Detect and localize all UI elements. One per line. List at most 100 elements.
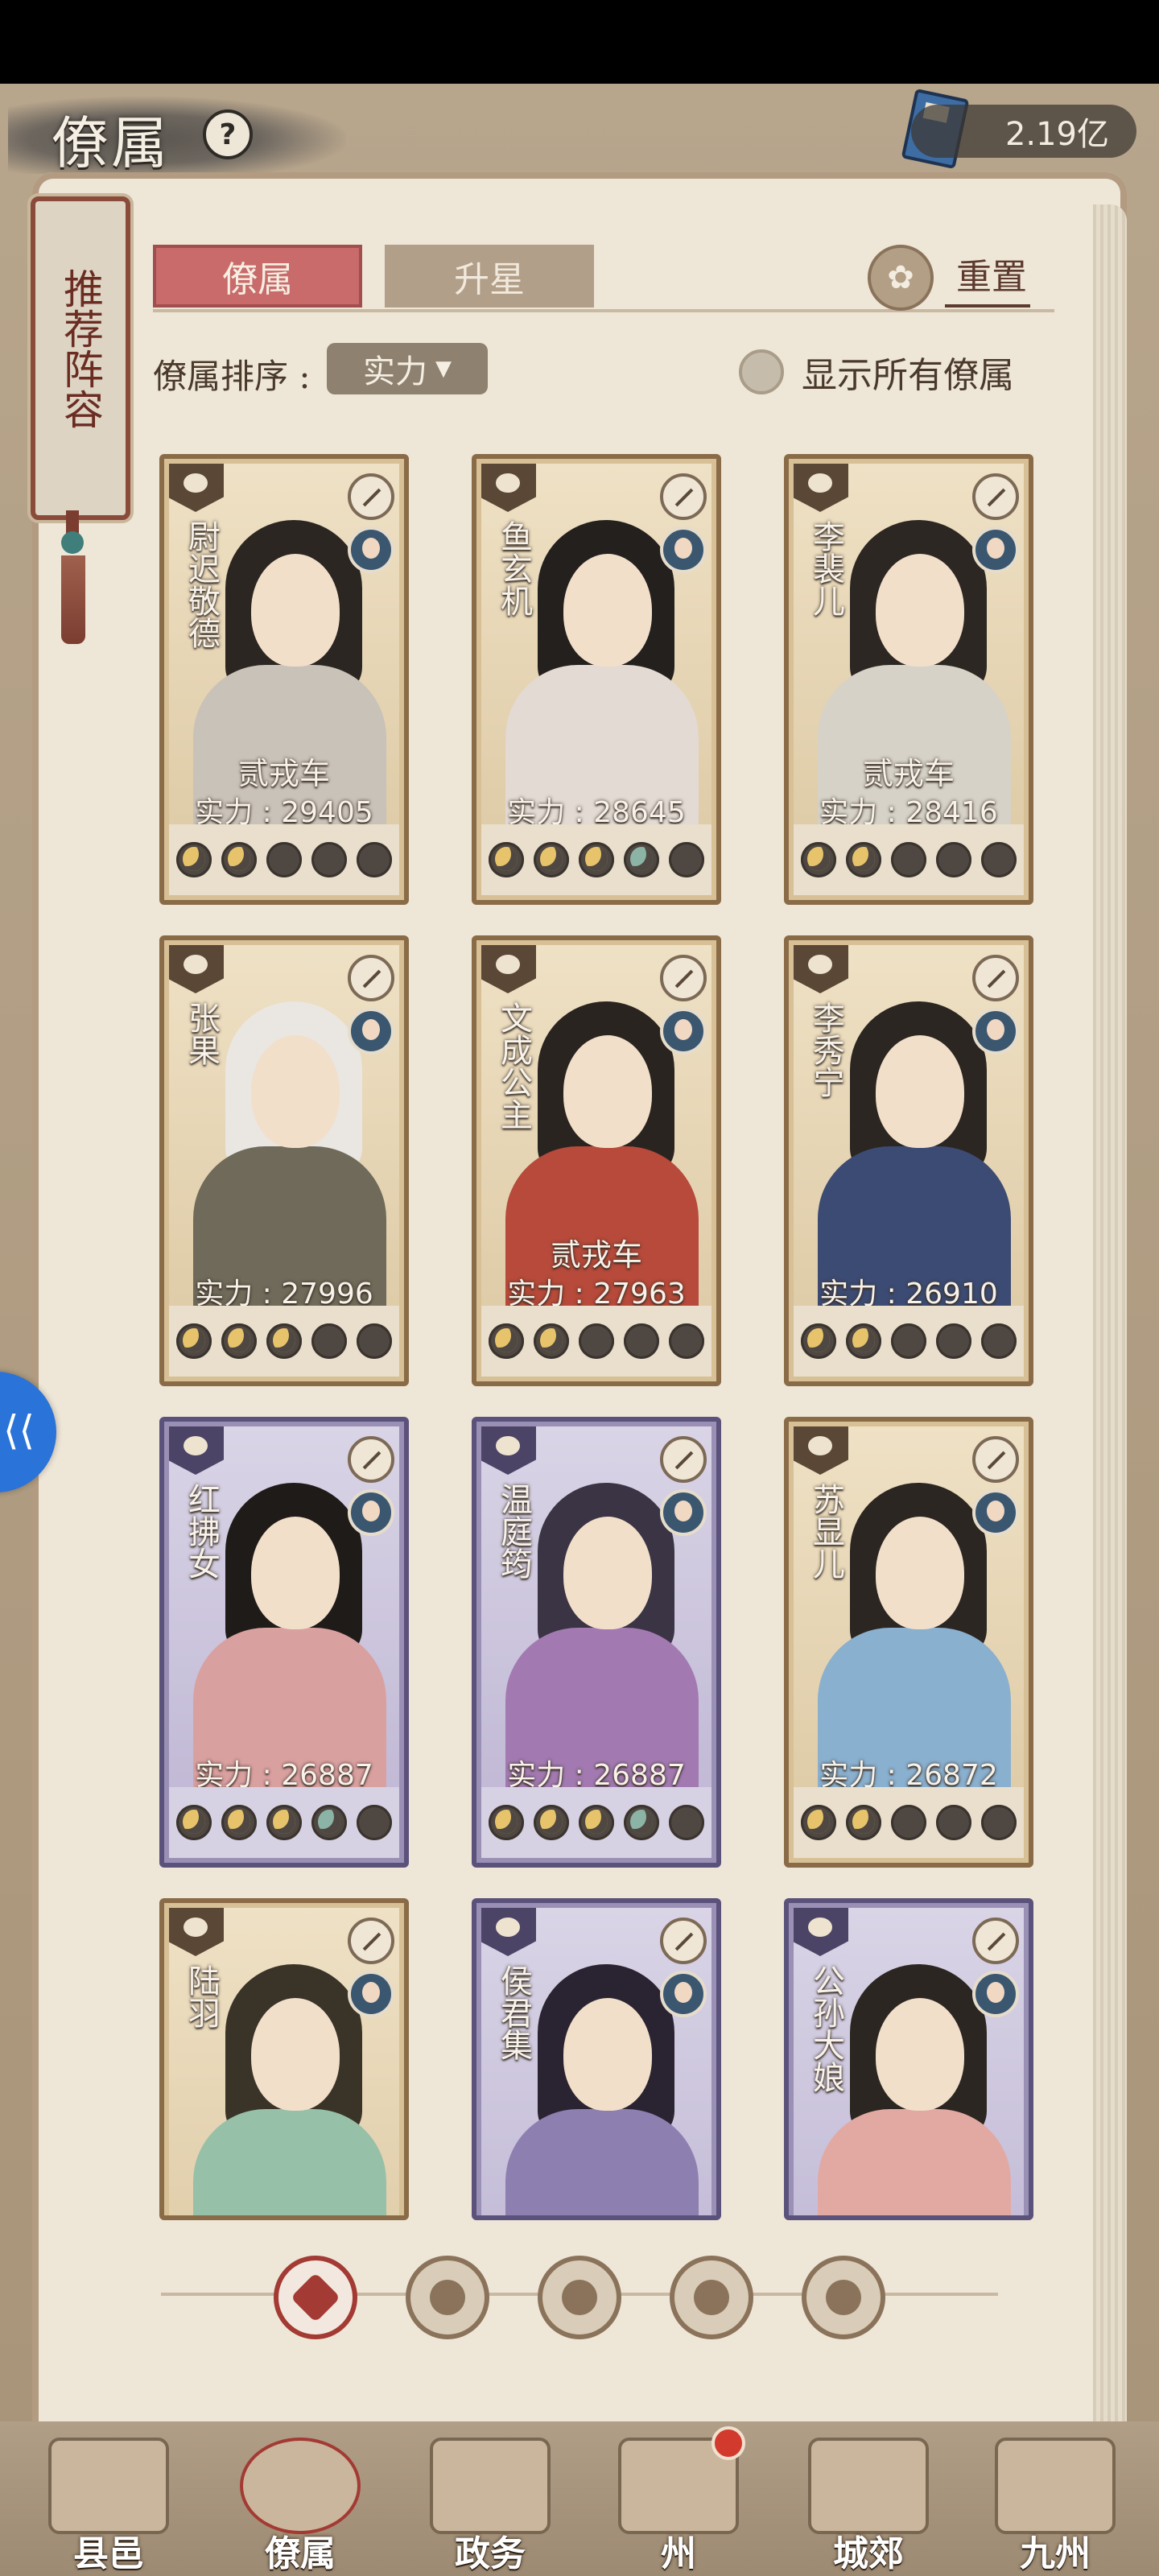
mount-label: 贰戎车: [237, 756, 330, 791]
moon-star-filled-icon: [801, 1323, 836, 1359]
nav-nine-states-label: 九州: [1020, 2533, 1091, 2574]
face-shape: [563, 1998, 652, 2111]
moon-star-filled-icon: [221, 842, 257, 877]
character-name: 张果: [183, 1001, 220, 1066]
class-icon: [481, 945, 536, 993]
staff-card[interactable]: 苏显儿 实力 : 26872: [784, 1417, 1033, 1868]
staff-card[interactable]: 李裴儿 贰戎车 实力 : 28416: [784, 454, 1033, 905]
character-portrait: 鱼玄机 实力 : 28645: [481, 464, 711, 824]
moon-star-empty-icon: [624, 1323, 659, 1359]
nav-suburb[interactable]: 城郊: [792, 2429, 945, 2574]
status-bar: [0, 0, 1159, 84]
mount-label: 贰戎车: [862, 756, 955, 791]
staff-card[interactable]: 文成公主 贰戎车 实力 : 27963: [472, 935, 721, 1386]
suburb-icon: [808, 2438, 929, 2534]
staff-card[interactable]: 温庭筠 实力 : 26887: [472, 1417, 721, 1868]
nav-county[interactable]: 县邑: [32, 2429, 185, 2574]
nav-affairs[interactable]: 政务: [414, 2429, 567, 2574]
character-portrait: 公孙大娘: [794, 1908, 1024, 2215]
weapon-icon: [348, 955, 394, 1001]
partner-avatar-icon: [972, 1008, 1019, 1055]
page-title: 僚属: [52, 110, 171, 176]
power-value: 实力 : 28416: [819, 796, 998, 824]
character-portrait: 苏显儿 实力 : 26872: [794, 1426, 1024, 1787]
partner-avatar-icon: [972, 1971, 1019, 2017]
moon-star-filled-icon: [846, 1805, 881, 1840]
staff-card[interactable]: 张果 实力 : 27996: [159, 935, 409, 1386]
filter-horse-icon[interactable]: [538, 2256, 621, 2339]
class-icon: [794, 1908, 848, 1956]
moon-star-empty-icon: [669, 1805, 704, 1840]
weapon-icon: [660, 1918, 707, 1964]
character-portrait: 张果 实力 : 27996: [169, 945, 399, 1306]
sort-dropdown[interactable]: 实力 ▼: [327, 343, 488, 394]
face-shape: [251, 1517, 340, 1629]
chevron-down-icon: ▼: [435, 357, 452, 381]
reset-button[interactable]: ✿ 重置: [868, 245, 1030, 311]
face-shape: [251, 554, 340, 667]
partner-avatar-icon: [660, 1008, 707, 1055]
moon-star-empty-icon: [981, 1323, 1017, 1359]
moon-star-empty-icon: [891, 1323, 926, 1359]
staff-card[interactable]: 李秀宁 实力 : 26910: [784, 935, 1033, 1386]
power-value: 实力 : 26887: [507, 1759, 686, 1787]
weapon-icon: [348, 1918, 394, 1964]
nav-state-label: 州: [661, 2533, 696, 2574]
star-rating: [169, 824, 399, 895]
county-icon: [48, 2438, 169, 2534]
nine-states-icon: [995, 2438, 1116, 2534]
bottom-nav: 县邑 僚属 政务 州 城郊 九州: [0, 2421, 1159, 2576]
face-shape: [876, 1517, 964, 1629]
power-value: 实力 : 28645: [507, 796, 686, 824]
partner-avatar-icon: [660, 526, 707, 573]
moon-star-empty-icon: [311, 842, 347, 877]
star-rating: [794, 824, 1024, 895]
moon-star-empty-icon: [357, 1323, 392, 1359]
class-icon: [794, 945, 848, 993]
filter-all-icon[interactable]: [274, 2256, 357, 2339]
filter-fan-icon[interactable]: [670, 2256, 753, 2339]
star-rating: [481, 1306, 711, 1377]
weapon-icon: [660, 473, 707, 520]
staff-card[interactable]: 鱼玄机 实力 : 28645: [472, 454, 721, 905]
help-icon[interactable]: ?: [203, 109, 253, 159]
robe-shape: [818, 2109, 1011, 2215]
face-shape: [876, 554, 964, 667]
moon-star-empty-icon: [891, 842, 926, 877]
show-all-toggle[interactable]: 显示所有僚属: [739, 346, 1014, 398]
staff-card[interactable]: 尉迟敬德 贰戎车 实力 : 29405: [159, 454, 409, 905]
class-icon: [794, 464, 848, 512]
sort-value: 实力: [363, 353, 427, 390]
weapon-icon: [972, 955, 1019, 1001]
weapon-icon: [660, 955, 707, 1001]
partner-avatar-icon: [972, 526, 1019, 573]
staff-card[interactable]: 公孙大娘: [784, 1898, 1033, 2220]
moon-star-filled-icon: [624, 1805, 659, 1840]
nav-staff[interactable]: 僚属: [224, 2429, 377, 2574]
show-all-checkbox[interactable]: [739, 349, 784, 394]
tab-star-up[interactable]: 升星: [385, 245, 594, 308]
moon-star-filled-icon: [801, 842, 836, 877]
weapon-icon: [348, 473, 394, 520]
staff-card[interactable]: 陆羽: [159, 1898, 409, 2220]
class-icon: [481, 1426, 536, 1475]
face-shape: [876, 1998, 964, 2111]
sort-label: 僚属排序 :: [153, 357, 311, 396]
mount-label: 贰戎车: [550, 1237, 642, 1273]
nav-nine-states[interactable]: 九州: [979, 2429, 1132, 2574]
staff-card[interactable]: 红拂女 实力 : 26887: [159, 1417, 409, 1868]
filter-tiger-icon[interactable]: [802, 2256, 885, 2339]
character-portrait: 李裴儿 贰戎车 实力 : 28416: [794, 464, 1024, 824]
moon-star-empty-icon: [669, 842, 704, 877]
moon-star-filled-icon: [311, 1805, 347, 1840]
staff-card[interactable]: 侯君集: [472, 1898, 721, 2220]
recommended-lineup-tag[interactable]: 推荐阵容: [31, 196, 130, 520]
filter-helmet-icon[interactable]: [406, 2256, 489, 2339]
class-icon: [169, 1908, 224, 1956]
tab-staff[interactable]: 僚属: [153, 245, 362, 308]
moon-star-filled-icon: [801, 1805, 836, 1840]
nav-state[interactable]: 州: [602, 2426, 755, 2574]
moon-star-filled-icon: [846, 842, 881, 877]
currency-display[interactable]: 2.19亿: [911, 105, 1136, 158]
class-icon: [794, 1426, 848, 1475]
